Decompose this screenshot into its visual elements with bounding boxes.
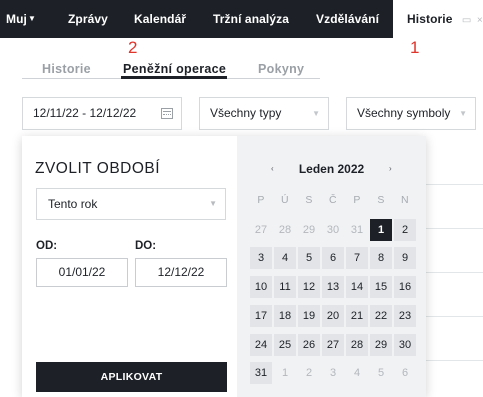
calendar-day[interactable]: 5 [370, 362, 392, 384]
calendar-day[interactable]: 5 [298, 247, 320, 269]
symbol-select[interactable]: Všechny symboly ▼ [346, 97, 476, 130]
calendar-day[interactable]: 17 [250, 305, 272, 327]
calendar-day[interactable]: 25 [274, 334, 296, 356]
calendar-day[interactable]: 3 [322, 362, 344, 384]
calendar-weekday: S [377, 194, 385, 206]
nav-item-zpravy[interactable]: Zprávy [68, 0, 108, 38]
calendar-day[interactable]: 29 [298, 219, 320, 241]
to-date-input[interactable]: 12/12/22 [135, 258, 227, 287]
calendar-day[interactable]: 30 [322, 219, 344, 241]
calendar-day[interactable]: 6 [394, 362, 416, 384]
calendar-day[interactable]: 30 [394, 334, 416, 356]
calendar-weekday: S [305, 194, 313, 206]
window-icon[interactable]: ▭ [462, 15, 472, 26]
caret-down-icon: ▼ [27, 14, 36, 23]
calendar-month-title: Leden 2022 [298, 162, 365, 176]
calendar-day[interactable]: 28 [274, 219, 296, 241]
from-label: OD: [36, 240, 58, 252]
chevron-down-icon: ▼ [312, 109, 320, 118]
calendar-weekday: Č [329, 194, 337, 206]
period-form: ZVOLIT OBDOBÍ Tento rok ▼ OD: DO: 01/01/… [22, 136, 237, 397]
calendar: Leden 2022 ‹ › PÚSČPSN 27 28 29 30 31 1 2 3 4 5 6 7… [237, 136, 426, 397]
nav-item-trzni-analyza[interactable]: Tržní analýza [213, 0, 289, 38]
apply-button[interactable]: APLIKOVAT [36, 362, 227, 392]
calendar-day[interactable]: 24 [250, 334, 272, 356]
calendar-day[interactable]: 22 [370, 305, 392, 327]
calendar-day[interactable]: 7 [346, 247, 368, 269]
active-tab-indicator [121, 76, 227, 79]
calendar-icon[interactable] [161, 108, 173, 119]
nav-item-vzdelavani[interactable]: Vzdělávání [316, 0, 379, 38]
chevron-down-icon: ▼ [209, 199, 217, 208]
period-preset-select[interactable]: Tento rok ▼ [36, 188, 226, 220]
calendar-day[interactable]: 4 [346, 362, 368, 384]
calendar-day[interactable]: 21 [346, 305, 368, 327]
date-range-value: 12/11/22 - 12/12/22 [33, 106, 137, 120]
nav-item-label: Muj [6, 12, 27, 26]
calendar-day[interactable]: 2 [298, 362, 320, 384]
calendar-day[interactable]: 12 [298, 276, 320, 298]
calendar-day[interactable]: 15 [370, 276, 392, 298]
period-preset-value: Tento rok [48, 197, 98, 211]
chevron-left-icon[interactable]: ‹ [271, 164, 274, 173]
calendar-day[interactable]: 27 [322, 334, 344, 356]
nav-item-historie[interactable]: Historie ▭ × [393, 0, 483, 38]
type-select-value: Všechny typy [210, 106, 282, 120]
calendar-day[interactable]: 1 [274, 362, 296, 384]
calendar-weekday: N [401, 194, 409, 206]
tab-pokyny[interactable]: Pokyny [258, 62, 304, 76]
nav-item-label: Historie [407, 12, 453, 26]
period-picker-popup: ZVOLIT OBDOBÍ Tento rok ▼ OD: DO: 01/01/… [22, 136, 426, 397]
calendar-day[interactable]: 27 [250, 219, 272, 241]
calendar-weekday: Ú [281, 194, 289, 206]
calendar-day[interactable]: 16 [394, 276, 416, 298]
calendar-day[interactable]: 3 [250, 247, 272, 269]
calendar-weekday: P [257, 194, 265, 206]
calendar-weekday: P [353, 194, 361, 206]
calendar-day[interactable]: 18 [274, 305, 296, 327]
calendar-day[interactable]: 6 [322, 247, 344, 269]
calendar-day[interactable]: 10 [250, 276, 272, 298]
calendar-day[interactable]: 23 [394, 305, 416, 327]
calendar-day[interactable]: 26 [298, 334, 320, 356]
close-icon[interactable]: × [477, 15, 483, 26]
type-select[interactable]: Všechny typy ▼ [199, 97, 329, 130]
calendar-day[interactable]: 8 [370, 247, 392, 269]
calendar-day[interactable]: 31 [250, 362, 272, 384]
chevron-down-icon: ▼ [459, 109, 467, 118]
calendar-day-selected[interactable]: 1 [370, 219, 392, 241]
calendar-day[interactable]: 20 [322, 305, 344, 327]
calendar-day[interactable]: 9 [394, 247, 416, 269]
to-label: DO: [135, 240, 157, 252]
annotation-marker: 1 [410, 38, 420, 57]
calendar-day[interactable]: 11 [274, 276, 296, 298]
from-date-input[interactable]: 01/01/22 [36, 258, 128, 287]
tab-penezni-operace[interactable]: Peněžní operace [123, 62, 226, 76]
calendar-day[interactable]: 14 [346, 276, 368, 298]
period-picker-title: ZVOLIT OBDOBÍ [35, 160, 161, 177]
top-navigation-bar: Muj▼ Zprávy Kalendář Tržní analýza Vzděl… [0, 0, 483, 38]
chevron-right-icon[interactable]: › [389, 164, 392, 173]
annotation-marker: 2 [128, 38, 138, 57]
calendar-day[interactable]: 19 [298, 305, 320, 327]
calendar-day[interactable]: 31 [346, 219, 368, 241]
calendar-day[interactable]: 2 [394, 219, 416, 241]
tab-historie[interactable]: Historie [42, 62, 91, 76]
date-range-field[interactable]: 12/11/22 - 12/12/22 [22, 97, 182, 130]
calendar-day[interactable]: 13 [322, 276, 344, 298]
nav-item-kalendar[interactable]: Kalendář [134, 0, 186, 38]
nav-item-muj[interactable]: Muj▼ [6, 0, 36, 38]
calendar-day[interactable]: 28 [346, 334, 368, 356]
calendar-day[interactable]: 4 [274, 247, 296, 269]
calendar-day[interactable]: 29 [370, 334, 392, 356]
background-table-lines [420, 140, 483, 397]
symbol-select-value: Všechny symboly [357, 106, 451, 120]
